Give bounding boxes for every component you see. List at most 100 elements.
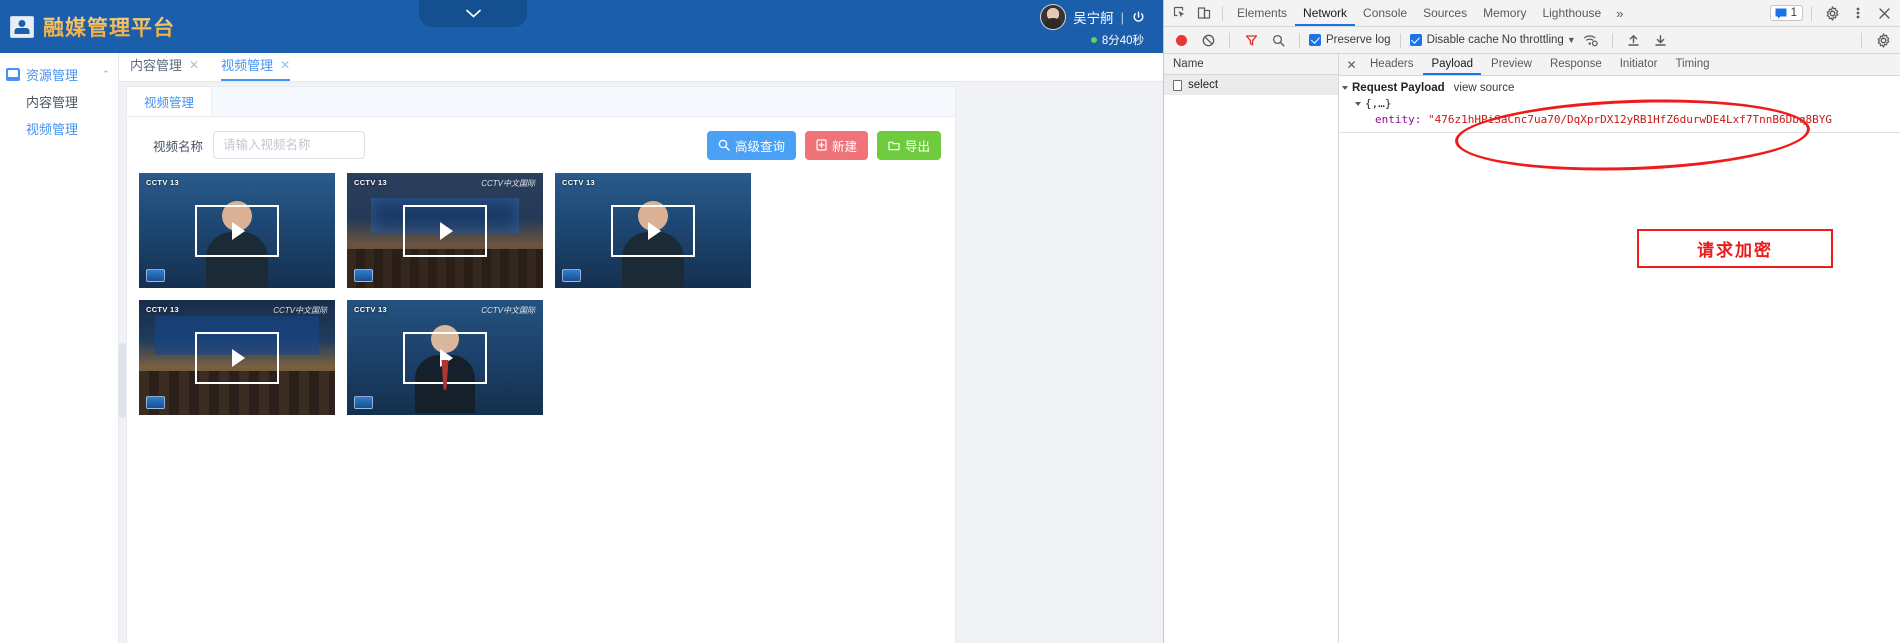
tab-payload[interactable]: Payload bbox=[1423, 54, 1482, 75]
power-logout-icon[interactable] bbox=[1131, 10, 1146, 25]
sidebar-item-video-management[interactable]: 视频管理 bbox=[0, 116, 118, 143]
annotation-label-box: 请求加密 bbox=[1637, 229, 1833, 268]
tab-content-management[interactable]: 内容管理 ✕ bbox=[130, 55, 199, 81]
record-icon[interactable] bbox=[1169, 28, 1193, 52]
preserve-log-checkbox[interactable]: Preserve log bbox=[1309, 34, 1391, 46]
close-icon[interactable] bbox=[1872, 1, 1896, 25]
content-panel: 视频管理 视频名称 高级查询 bbox=[126, 86, 956, 643]
disclosure-triangle-icon[interactable] bbox=[1355, 101, 1361, 106]
advanced-search-button[interactable]: 高级查询 bbox=[706, 130, 796, 160]
tab-timing[interactable]: Timing bbox=[1667, 54, 1717, 75]
more-tabs-icon[interactable]: » bbox=[1609, 6, 1630, 21]
search-icon[interactable] bbox=[1266, 28, 1290, 52]
tab-sources[interactable]: Sources bbox=[1415, 0, 1475, 26]
tab-label: 视频管理 bbox=[221, 58, 274, 73]
checkbox-checked-icon bbox=[1309, 34, 1321, 46]
throttling-value[interactable]: No throttling bbox=[1502, 34, 1564, 46]
message-count-badge[interactable]: 1 bbox=[1769, 5, 1803, 21]
disable-cache-label: Disable cache bbox=[1426, 34, 1499, 46]
disable-cache-checkbox[interactable]: Disable cache bbox=[1409, 34, 1499, 46]
payload-object-node[interactable]: {,…} bbox=[1343, 97, 1900, 110]
tab-console[interactable]: Console bbox=[1355, 0, 1415, 26]
video-card[interactable]: CCTV 13 bbox=[555, 173, 751, 288]
detail-tab-bar: ✕ Headers Payload Preview Response Initi… bbox=[1339, 54, 1900, 76]
export-folder-icon bbox=[888, 141, 900, 150]
video-card[interactable]: CCTV 13 bbox=[139, 173, 335, 288]
tab-memory[interactable]: Memory bbox=[1475, 0, 1534, 26]
play-icon[interactable] bbox=[195, 331, 279, 384]
file-plus-icon bbox=[816, 139, 827, 151]
tab-close-icon[interactable]: ✕ bbox=[189, 58, 199, 72]
button-label: 导出 bbox=[904, 139, 930, 154]
play-icon[interactable] bbox=[611, 204, 695, 257]
device-toolbar-icon[interactable] bbox=[1192, 1, 1216, 25]
export-har-icon[interactable] bbox=[1649, 28, 1673, 52]
devtools-tab-bar: Elements Network Console Sources Memory … bbox=[1164, 0, 1900, 27]
channel-badge-icon bbox=[146, 396, 165, 409]
filter-icon[interactable] bbox=[1239, 28, 1263, 52]
request-row-select[interactable]: select bbox=[1164, 75, 1338, 95]
annotation-label: 请求加密 bbox=[1697, 241, 1773, 260]
tab-initiator[interactable]: Initiator bbox=[1612, 54, 1666, 75]
tab-video-management[interactable]: 视频管理 ✕ bbox=[221, 55, 291, 81]
vertical-scrollbar[interactable] bbox=[119, 343, 126, 418]
payload-entity-row: entity: "476z1hHPiSaCnc7ua70/DqXprDX12yR… bbox=[1343, 113, 1900, 126]
channel-badge-icon bbox=[354, 269, 373, 282]
gear-icon[interactable] bbox=[1871, 28, 1895, 52]
import-har-icon[interactable] bbox=[1622, 28, 1646, 52]
sidebar: 资源管理 ⌃ 内容管理 视频管理 bbox=[0, 53, 119, 643]
gear-icon[interactable] bbox=[1820, 1, 1844, 25]
card-tab-bar: 视频管理 bbox=[127, 87, 955, 117]
sidebar-group-resource[interactable]: 资源管理 ⌃ bbox=[0, 59, 118, 89]
action-buttons: 高级查询 新建 导出 bbox=[706, 130, 941, 160]
entity-key: entity: bbox=[1375, 113, 1422, 126]
create-button[interactable]: 新建 bbox=[804, 130, 868, 160]
tab-elements[interactable]: Elements bbox=[1229, 0, 1295, 26]
message-icon bbox=[1775, 8, 1787, 18]
payload-divider bbox=[1339, 132, 1900, 133]
tab-network[interactable]: Network bbox=[1295, 0, 1356, 26]
clear-icon[interactable] bbox=[1196, 28, 1220, 52]
video-card[interactable]: CCTV 13 CCTV中文国际 bbox=[347, 173, 543, 288]
video-grid: CCTV 13 CCTV 13 CCTV中文国际 CCTV 13 CCTV 13… bbox=[127, 173, 955, 429]
close-detail-icon[interactable]: ✕ bbox=[1343, 56, 1360, 74]
tab-headers[interactable]: Headers bbox=[1362, 54, 1421, 75]
inspect-icon[interactable] bbox=[1168, 1, 1192, 25]
user-area: 吴宁舸 | 8分40秒 bbox=[1040, 4, 1146, 48]
chevron-down-icon[interactable]: ▼ bbox=[1567, 35, 1576, 45]
video-card[interactable]: CCTV 13 CCTV中文国际 bbox=[347, 300, 543, 415]
message-count: 1 bbox=[1790, 7, 1797, 19]
video-name-input[interactable] bbox=[213, 131, 366, 159]
card-tab-video-management[interactable]: 视频管理 bbox=[127, 87, 213, 116]
divider bbox=[1222, 5, 1223, 21]
network-conditions-icon[interactable] bbox=[1579, 28, 1603, 52]
request-detail: ✕ Headers Payload Preview Response Initi… bbox=[1339, 54, 1900, 643]
tab-preview[interactable]: Preview bbox=[1483, 54, 1540, 75]
view-source-link[interactable]: view source bbox=[1454, 82, 1515, 94]
channel-label: CCTV 13 bbox=[146, 305, 179, 314]
divider bbox=[1299, 32, 1300, 48]
divider bbox=[1611, 32, 1613, 48]
header-collapse-handle[interactable] bbox=[419, 0, 527, 27]
play-icon[interactable] bbox=[403, 204, 487, 257]
channel-badge-icon bbox=[354, 396, 373, 409]
export-button[interactable]: 导出 bbox=[876, 130, 941, 160]
watermark-label: CCTV中文国际 bbox=[481, 306, 535, 315]
play-icon[interactable] bbox=[195, 204, 279, 257]
kebab-menu-icon[interactable] bbox=[1846, 1, 1870, 25]
channel-label: CCTV 13 bbox=[562, 178, 595, 187]
disclosure-triangle-icon[interactable] bbox=[1342, 86, 1348, 90]
web-application: 融媒管理平台 吴宁舸 | 8分40秒 资源管理 ⌃ 内容管理 视频管理 内容管理… bbox=[0, 0, 1163, 643]
tab-lighthouse[interactable]: Lighthouse bbox=[1534, 0, 1609, 26]
network-body: Name select ✕ Headers Payload Preview Re… bbox=[1164, 54, 1900, 643]
user-name: 吴宁舸 bbox=[1073, 11, 1114, 26]
video-card[interactable]: CCTV 13 CCTV中文国际 bbox=[139, 300, 335, 415]
tab-close-icon[interactable]: ✕ bbox=[280, 58, 290, 72]
button-label: 高级查询 bbox=[734, 139, 785, 154]
sidebar-item-content-management[interactable]: 内容管理 bbox=[0, 89, 118, 116]
chevron-up-icon[interactable]: ⌃ bbox=[102, 70, 110, 79]
chevron-down-icon bbox=[465, 9, 481, 18]
devtools-panel: Elements Network Console Sources Memory … bbox=[1163, 0, 1900, 643]
document-icon bbox=[1173, 79, 1182, 91]
tab-response[interactable]: Response bbox=[1542, 54, 1610, 75]
